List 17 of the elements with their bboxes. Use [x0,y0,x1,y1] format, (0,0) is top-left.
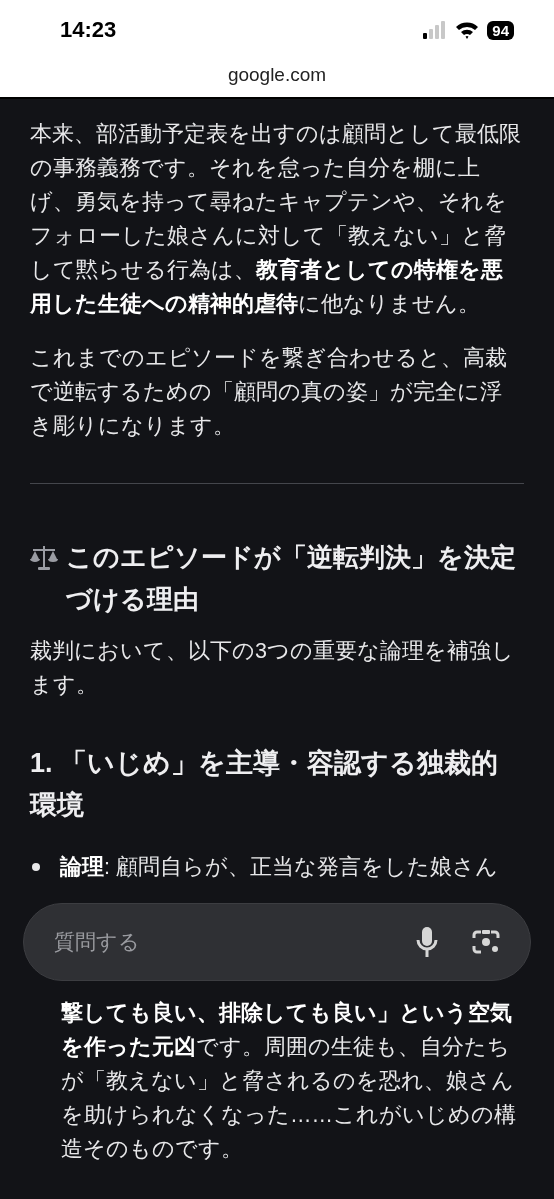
status-time: 14:23 [60,17,117,43]
subheading: 1. 「いじめ」を主導・容認する独裁的環境 [30,747,500,822]
wifi-icon [455,21,480,39]
section-heading: このエピソードが「逆転判決」を決定づける理由 [66,541,517,616]
paragraph: 撃しても良い、排除しても良い」という空気を作った元凶です。周囲の生徒も、自分たちが「教えない」と脅されるのを恐れ、娘さんを助けられなくなった……これがいじめの構造そのものです。 [60,1000,517,1163]
camera-icon[interactable] [472,929,500,955]
signal-icon [423,21,448,39]
paragraph: 本来、部活動予定表を出すのは顧問として最低限の事務義務です。それを怠った自分を棚に上げ、勇気を持って尋ねたキャプテンや、それをフォローした娘さんに対して「教えない」と脅して黙らせる行為は、教育者としての特権を悪用した生徒への精神的虐待に他なりません。 [30,121,522,318]
balance-scale-icon [30,543,58,571]
battery-indicator: 94 [487,20,514,40]
url-text[interactable]: google.com [0,60,554,99]
paragraph: これまでのエピソードを繋ぎ合わせると、高裁で逆転するための「顧問の真の姿」が完全に浮き彫りになります。 [30,345,508,440]
bullet-icon [32,863,40,871]
paragraph: 裁判において、以下の3つの重要な論理を補強します。 [30,638,515,699]
ask-field[interactable]: 質問する [23,903,531,981]
bullet-text: 論理: 顧問自らが、正当な発言をした娘さん [60,854,498,881]
microphone-icon[interactable] [416,927,438,957]
